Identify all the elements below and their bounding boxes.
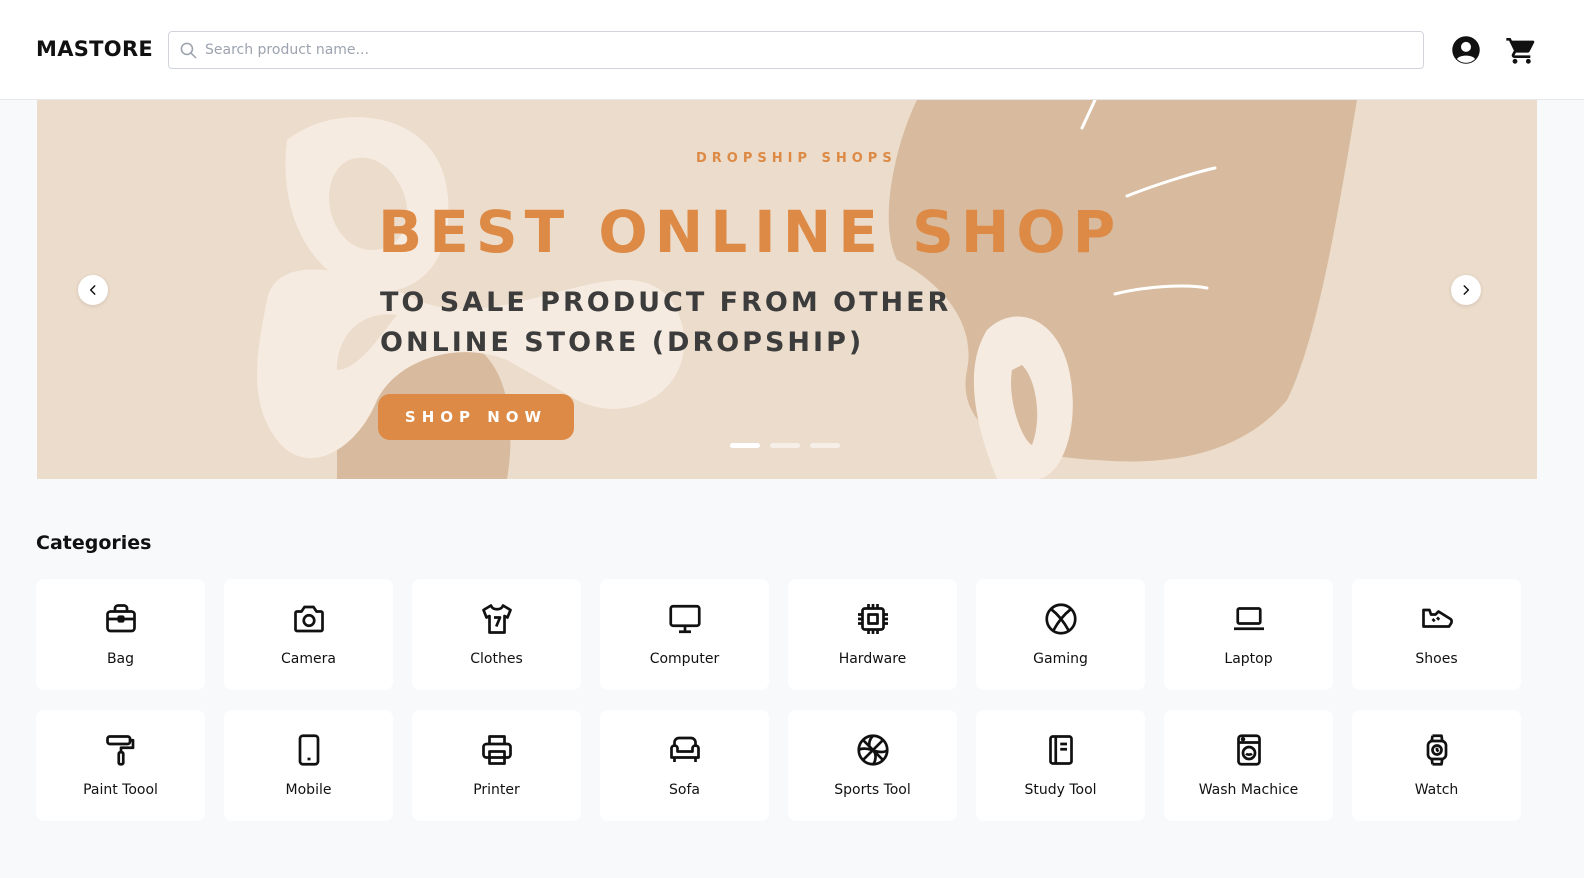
category-label: Sofa [669, 782, 700, 798]
category-label: Computer [649, 651, 720, 667]
phone-icon [298, 734, 320, 766]
category-watch[interactable]: Watch [1352, 710, 1521, 821]
washing-machine-icon [1237, 734, 1261, 766]
category-mobile[interactable]: Mobile [224, 710, 393, 821]
category-clothes[interactable]: Clothes [412, 579, 581, 690]
monitor-icon [669, 604, 701, 634]
hero-subtitle: TO SALE PRODUCT FROM OTHER ONLINE STORE … [380, 283, 951, 363]
shop-now-button[interactable]: SHOP NOW [378, 394, 574, 440]
category-study-tool[interactable]: Study Tool [976, 710, 1145, 821]
carousel-prev-button[interactable] [78, 275, 108, 305]
category-label: Watch [1414, 782, 1459, 798]
category-shoes[interactable]: Shoes [1352, 579, 1521, 690]
carousel-indicators [730, 443, 840, 448]
printer-icon [482, 735, 512, 765]
carousel-dot-1[interactable] [730, 443, 760, 448]
hero-kicker: DROPSHIP SHOPS [696, 151, 897, 166]
laptop-icon [1234, 607, 1264, 631]
category-wash-machine[interactable]: Wash Machice [1164, 710, 1333, 821]
sofa-icon [670, 736, 700, 762]
category-camera[interactable]: Camera [224, 579, 393, 690]
category-label: Printer [473, 782, 520, 798]
category-label: Shoes [1415, 651, 1458, 667]
basketball-icon [857, 734, 889, 766]
category-paint-tool[interactable]: Paint Toool [36, 710, 205, 821]
category-label: Clothes [470, 651, 523, 667]
category-label: Mobile [285, 782, 332, 798]
paint-roller-icon [106, 735, 135, 766]
category-label: Laptop [1224, 651, 1273, 667]
hero-subtitle-line2: ONLINE STORE (DROPSHIP) [380, 327, 865, 358]
cart-icon[interactable] [1505, 34, 1537, 66]
category-label: Bag [106, 651, 135, 667]
hero-title: BEST ONLINE SHOP [378, 198, 1123, 266]
category-computer[interactable]: Computer [600, 579, 769, 690]
category-label: Hardware [838, 651, 907, 667]
category-sofa[interactable]: Sofa [600, 710, 769, 821]
category-label: Camera [281, 651, 336, 667]
bag-icon [106, 604, 136, 633]
categories-title: Categories [36, 532, 152, 554]
shirt-icon [482, 604, 512, 634]
search-input[interactable] [205, 32, 1405, 68]
chevron-left-icon [89, 285, 96, 295]
category-label: Study Tool [1024, 782, 1097, 798]
watch-icon [1426, 734, 1448, 766]
search-bar[interactable] [168, 31, 1424, 69]
carousel-next-button[interactable] [1451, 275, 1481, 305]
hero-subtitle-line1: TO SALE PRODUCT FROM OTHER [380, 287, 952, 318]
category-bag[interactable]: Bag [36, 579, 205, 690]
category-laptop[interactable]: Laptop [1164, 579, 1333, 690]
category-label: Gaming [1033, 651, 1088, 667]
logo[interactable]: MASTORE [36, 37, 153, 61]
shoe-icon [1422, 608, 1453, 628]
category-hardware[interactable]: Hardware [788, 579, 957, 690]
category-sports-tool[interactable]: Sports Tool [788, 710, 957, 821]
category-label: Wash Machice [1198, 782, 1299, 798]
category-label: Paint Toool [83, 782, 158, 798]
camera-icon [294, 605, 324, 633]
carousel-dot-3[interactable] [810, 443, 840, 448]
header: MASTORE [0, 0, 1584, 100]
user-icon[interactable] [1451, 35, 1481, 65]
notebook-icon [1049, 735, 1073, 765]
categories-grid: Bag Camera Clothes Computer Hardware Gam… [36, 579, 1522, 821]
chevron-right-icon [1463, 285, 1470, 295]
search-icon [180, 42, 197, 59]
chip-icon [858, 604, 888, 634]
xbox-icon [1045, 603, 1077, 635]
category-printer[interactable]: Printer [412, 710, 581, 821]
carousel-dot-2[interactable] [770, 443, 800, 448]
category-gaming[interactable]: Gaming [976, 579, 1145, 690]
category-label: Sports Tool [834, 782, 911, 798]
